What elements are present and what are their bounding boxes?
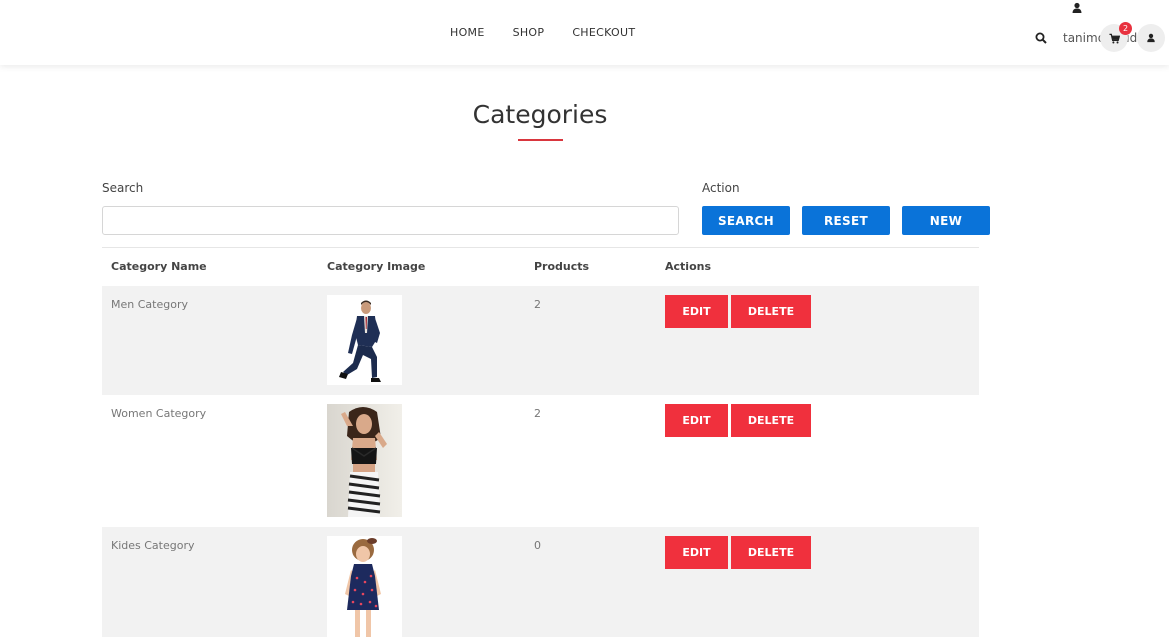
user-icon <box>1147 33 1155 43</box>
product-count: 0 <box>534 539 541 552</box>
delete-button[interactable]: DELETE <box>731 404 811 437</box>
category-name: Women Category <box>111 407 207 420</box>
column-header-category-name: Category Name <box>111 260 207 273</box>
search-input[interactable] <box>102 206 679 235</box>
column-header-actions: Actions <box>665 260 711 273</box>
category-name: Kides Category <box>111 539 195 552</box>
product-count: 2 <box>534 407 541 420</box>
search-label: Search <box>102 181 144 195</box>
reset-button[interactable]: RESET <box>802 206 890 235</box>
table-row: Women Category 2 EDIT DELETE <box>102 395 979 527</box>
user-icon <box>1072 2 1082 13</box>
new-category-button[interactable]: NEW <box>902 206 990 235</box>
page-title: Categories <box>472 100 608 129</box>
category-image <box>327 295 402 385</box>
table-header: Category Name Category Image Products Ac… <box>102 248 979 286</box>
product-count: 2 <box>534 298 541 311</box>
edit-button[interactable]: EDIT <box>665 295 728 328</box>
main-nav: HOME SHOP CHECKOUT <box>450 26 663 39</box>
child-fashion-photo <box>327 536 402 637</box>
column-header-category-image: Category Image <box>327 260 426 273</box>
site-header: HOME SHOP CHECKOUT tanimoshaidi 2 <box>0 0 1169 65</box>
woman-fashion-photo <box>327 404 402 517</box>
search-button[interactable]: SEARCH <box>702 206 790 235</box>
nav-shop-link[interactable]: SHOP <box>513 26 545 39</box>
nav-checkout-link[interactable]: CHECKOUT <box>572 26 635 39</box>
categories-table: Category Name Category Image Products Ac… <box>102 247 979 637</box>
delete-button[interactable]: DELETE <box>731 536 811 569</box>
man-in-suit-photo <box>327 295 402 385</box>
action-label: Action <box>702 181 740 195</box>
title-underline <box>518 139 563 141</box>
search-icon[interactable] <box>1035 32 1047 44</box>
account-button[interactable] <box>1137 24 1165 52</box>
table-row: Men Category 2 EDIT DELETE <box>102 286 979 395</box>
nav-home-link[interactable]: HOME <box>450 26 485 39</box>
edit-button[interactable]: EDIT <box>665 404 728 437</box>
cart-count-badge: 2 <box>1119 22 1132 35</box>
category-image <box>327 404 402 517</box>
delete-button[interactable]: DELETE <box>731 295 811 328</box>
cart-icon <box>1108 33 1120 43</box>
edit-button[interactable]: EDIT <box>665 536 728 569</box>
category-name: Men Category <box>111 298 188 311</box>
category-image <box>327 536 402 637</box>
column-header-products: Products <box>534 260 590 273</box>
